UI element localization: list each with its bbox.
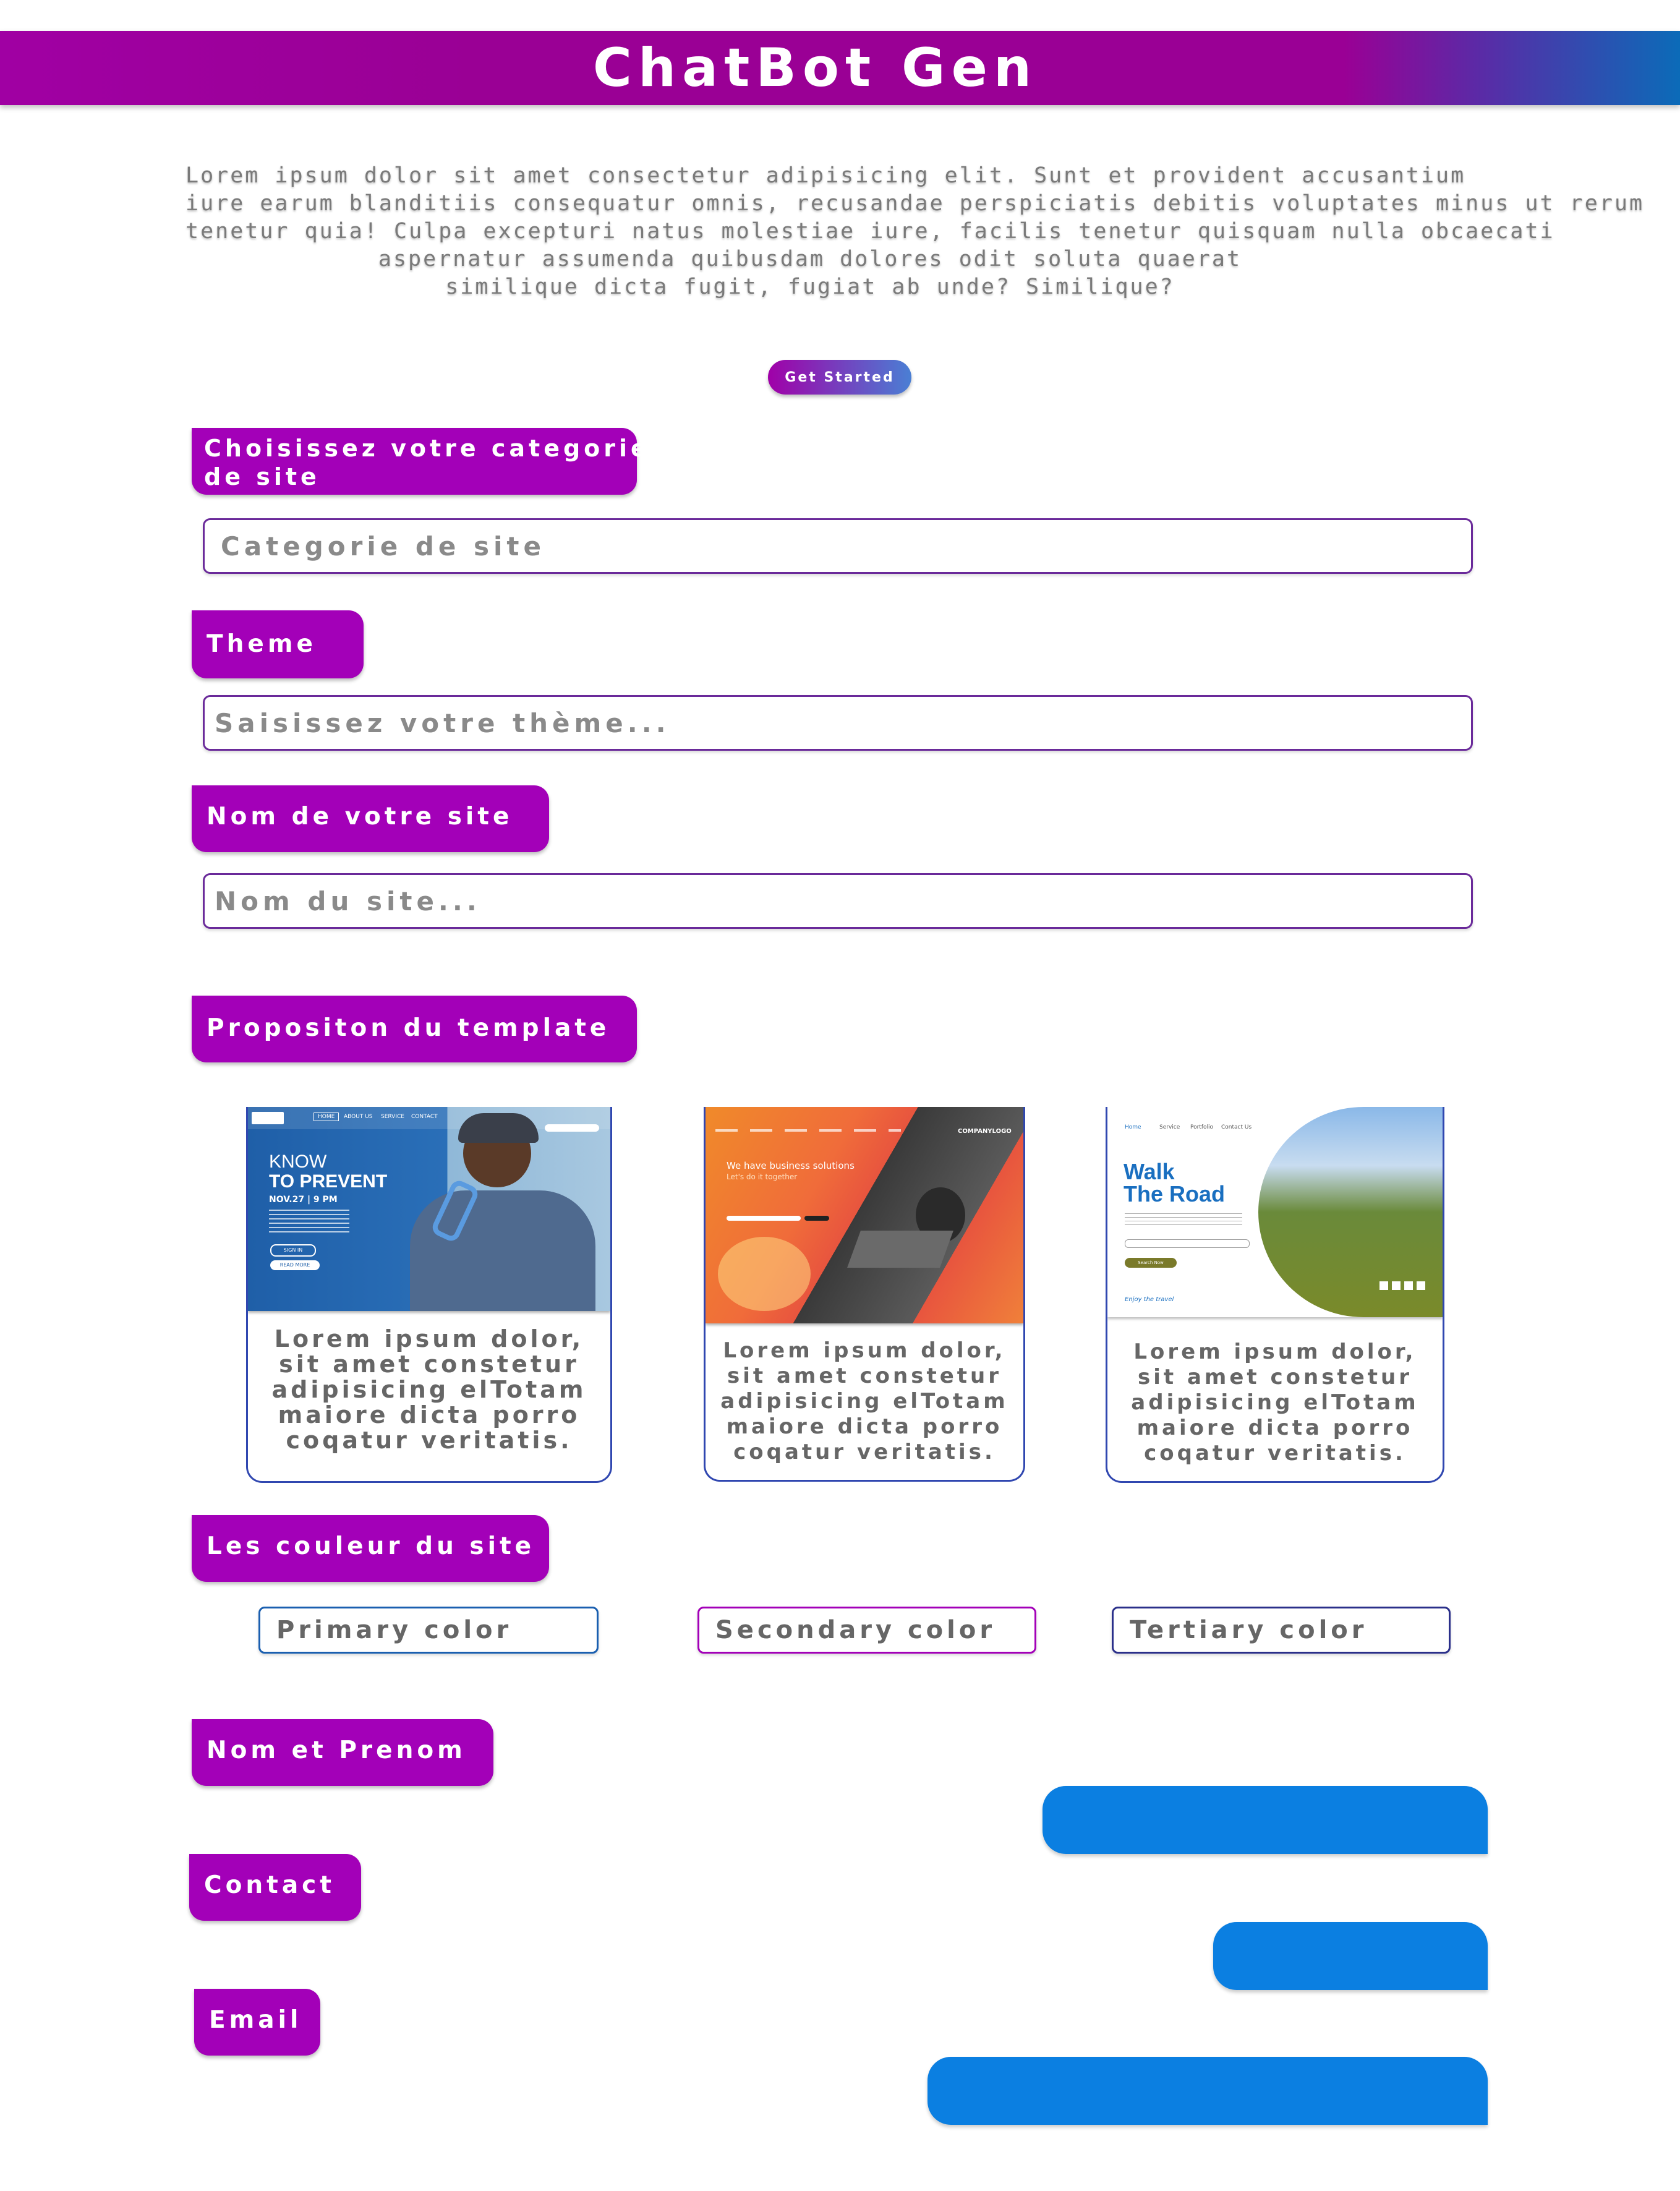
thumb-paragraph [1125, 1213, 1242, 1228]
thumb-button: READ MORE [270, 1260, 320, 1270]
card-text-line: Lorem ipsum dolor, [274, 1325, 584, 1352]
thumb-input [1125, 1239, 1250, 1248]
thumb-nav [715, 1129, 901, 1132]
template-card[interactable]: HOME ABOUT US SERVICE CONTACT KNOW TO PR… [246, 1107, 612, 1483]
intro-line: tenetur quia! Culpa excepturi natus mole… [185, 219, 1555, 244]
card-text-line: adipisicing elTotam [1131, 1390, 1419, 1415]
thumb-nav-item: SERVICE [381, 1114, 404, 1120]
card-text-line: maiore dicta porro [278, 1401, 581, 1429]
card-text-line: maiore dicta porro [1136, 1416, 1414, 1440]
secondary-color-button[interactable]: Secondary color [697, 1607, 1036, 1654]
intro-line: Lorem ipsum dolor sit amet consectetur a… [185, 163, 1466, 188]
thumb-brand: COMPANYLOGO [958, 1128, 1012, 1135]
thumb-photo-person [718, 1237, 811, 1311]
card-text-line: adipisicing elTotam [720, 1389, 1008, 1414]
intro-line: aspernatur assumenda quibusdam dolores o… [378, 247, 1242, 271]
thumb-heading: We have business solutions [727, 1160, 855, 1171]
intro-line: iure earum blanditiis consequatur omnis,… [185, 191, 1645, 216]
card-text-line: sit amet constetur [1138, 1365, 1412, 1390]
primary-color-button[interactable]: Primary color [258, 1607, 599, 1654]
thumb-nav-item: Contact Us [1221, 1124, 1252, 1130]
template-thumbnail-2: COMPANYLOGO We have business solutions L… [706, 1107, 1023, 1323]
thumb-paragraph [269, 1210, 349, 1234]
thumb-heading2: TO PREVENT [269, 1171, 388, 1192]
site-colors-label: Les couleur du site [192, 1515, 549, 1582]
thumb-nav-item: Portfolio [1190, 1124, 1214, 1130]
thumb-laptop [847, 1231, 953, 1268]
template-card-text: Lorem ipsum dolor, sit amet constetur ad… [1107, 1339, 1443, 1466]
thumb-nav-item: HOME [313, 1113, 339, 1121]
site-name-label: Nom de votre site [192, 785, 549, 852]
thumb-date: NOV.27 | 9 PM [269, 1195, 338, 1205]
thumb-person-body [410, 1190, 595, 1311]
thumb-button [804, 1216, 829, 1221]
thumb-nav: HOME ABOUT US SERVICE CONTACT [248, 1107, 610, 1132]
template-card-text: Lorem ipsum dolor, sit amet constetur ad… [706, 1338, 1023, 1465]
card-text-line: adipisicing elTotam [271, 1376, 587, 1403]
thumb-button: SIGN IN [270, 1244, 316, 1257]
intro-line: similique dicta fugit, fugiat ab unde? S… [445, 275, 1175, 299]
tertiary-color-button[interactable]: Tertiary color [1112, 1607, 1451, 1654]
card-text-line: sit amet constetur [727, 1364, 1002, 1388]
thumb-input [727, 1216, 801, 1221]
thumb-footer-text: Enjoy the travel [1125, 1296, 1174, 1303]
thumb-nav-item: ABOUT US [344, 1114, 373, 1120]
thumb-cap [458, 1113, 539, 1143]
category-input[interactable] [203, 518, 1473, 574]
full-name-input[interactable] [1043, 1786, 1488, 1854]
app-title: ChatBot Gen [592, 37, 1038, 99]
category-label-line2: de site [204, 463, 320, 490]
intro-text: Lorem ipsum dolor sit amet consectetur a… [185, 162, 1645, 301]
template-card[interactable]: Home Service Portfolio Contact Us Walk T… [1106, 1107, 1444, 1483]
thumb-heading1: KNOW [269, 1151, 327, 1172]
template-card[interactable]: COMPANYLOGO We have business solutions L… [704, 1107, 1025, 1482]
category-label: Choisissez votre categorie de site [192, 428, 650, 495]
email-label: Email [194, 1989, 320, 2056]
template-proposition-label: Propositon du template [192, 996, 637, 1062]
thumb-search [545, 1124, 599, 1132]
template-card-text: Lorem ipsum dolor, sit amet constetur ad… [248, 1326, 610, 1453]
get-started-button[interactable]: Get Started [768, 360, 911, 395]
social-icons [1379, 1281, 1429, 1290]
card-text-line: Lorem ipsum dolor, [723, 1338, 1006, 1363]
thumb-button: Search Now [1125, 1258, 1177, 1268]
theme-label: Theme [192, 610, 364, 678]
card-text-line: maiore dicta porro [726, 1414, 1003, 1439]
card-text-line: Lorem ipsum dolor, [1133, 1339, 1417, 1364]
thumb-subheading: Let's do it together [727, 1172, 798, 1181]
card-text-line: coqatur veritatis. [733, 1440, 996, 1464]
thumb-logo [252, 1112, 284, 1124]
card-text-line: coqatur veritatis. [1144, 1441, 1406, 1466]
category-label-line1: Choisissez votre categorie [204, 435, 650, 462]
template-thumbnail-3: Home Service Portfolio Contact Us Walk T… [1107, 1107, 1443, 1317]
theme-input[interactable] [203, 695, 1473, 751]
contact-input[interactable] [1213, 1922, 1488, 1990]
thumb-heading2: The Road [1124, 1181, 1226, 1207]
thumb-nav-item: Service [1159, 1124, 1180, 1130]
contact-label: Contact [189, 1854, 361, 1921]
email-input[interactable] [927, 2057, 1488, 2125]
card-text-line: sit amet constetur [279, 1351, 579, 1378]
full-name-label: Nom et Prenom [192, 1719, 493, 1786]
thumb-nav-item: Home [1125, 1124, 1141, 1130]
card-text-line: coqatur veritatis. [286, 1427, 573, 1454]
thumb-nav-item: CONTACT [411, 1114, 438, 1120]
site-name-input[interactable] [203, 873, 1473, 929]
app-header: ChatBot Gen [0, 31, 1680, 105]
template-thumbnail-1: HOME ABOUT US SERVICE CONTACT KNOW TO PR… [248, 1107, 610, 1311]
